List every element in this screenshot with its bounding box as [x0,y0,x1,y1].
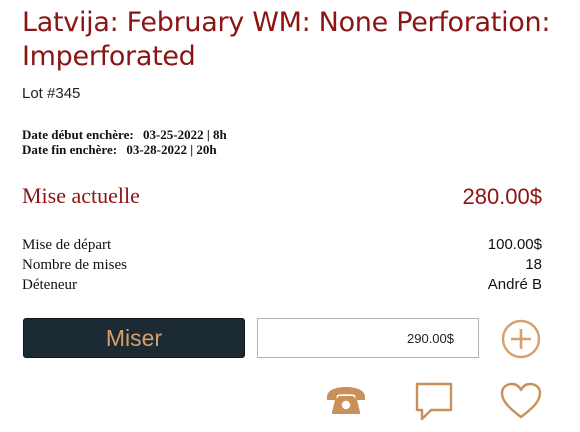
bid-amount-input[interactable] [257,318,479,358]
phone-button[interactable] [322,381,370,421]
detail-value: 100.00$ [487,236,542,253]
detail-label: Mise de départ [22,237,112,253]
bid-button[interactable]: Miser [23,318,245,358]
start-date-value: 03-25-2022 | 8h [142,127,227,142]
phone-icon [327,387,365,414]
detail-row-bid-count: Nombre de mises 18 [22,255,542,275]
lot-detail-panel: Latvija: February WM: None Perforation: … [0,0,580,432]
end-date-label: Date fin enchère: [22,142,118,157]
chat-bubble-icon [415,382,453,421]
detail-label: Déteneur [22,277,77,293]
message-button[interactable] [412,380,456,424]
increase-bid-button[interactable] [501,319,541,359]
detail-value: André B [487,276,542,293]
lot-number: Lot #345 [22,85,81,102]
current-bid-value: 280.00$ [462,184,542,209]
detail-value: 18 [525,256,542,273]
auction-dates: Date début enchère: 03-25-2022 | 8h Date… [22,127,227,157]
end-date-row: Date fin enchère: 03-28-2022 | 20h [22,142,227,157]
start-date-label: Date début enchère: [22,127,134,142]
detail-row-starting-bid: Mise de départ 100.00$ [22,235,542,255]
detail-label: Nombre de mises [22,257,127,273]
heart-icon [500,382,542,419]
start-date-row: Date début enchère: 03-25-2022 | 8h [22,127,227,142]
plus-circle-icon [501,319,541,359]
favorite-button[interactable] [499,381,543,421]
detail-row-holder: Déteneur André B [22,275,542,295]
current-bid-label: Mise actuelle [22,183,140,208]
lot-details: Mise de départ 100.00$ Nombre de mises 1… [22,235,542,295]
lot-title: Latvija: February WM: None Perforation: … [22,7,551,72]
end-date-value: 03-28-2022 | 20h [126,142,217,157]
